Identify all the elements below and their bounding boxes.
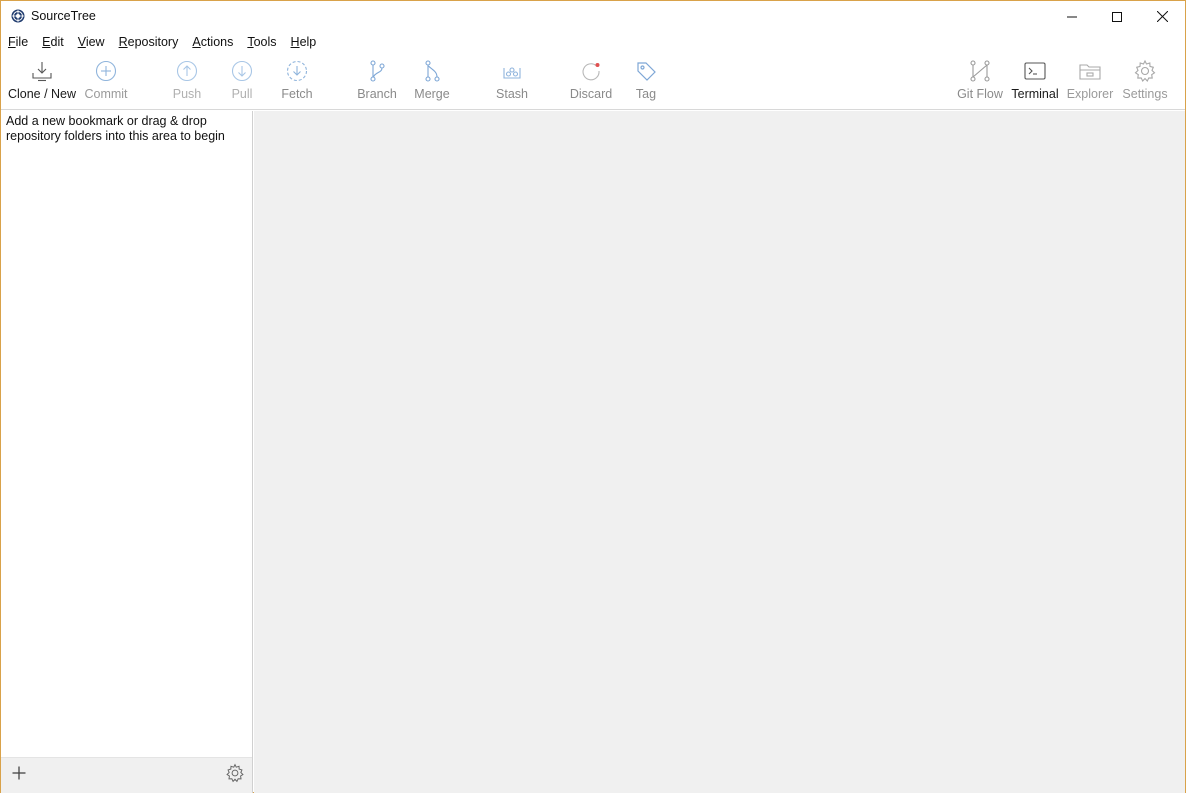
menu-view[interactable]: View	[71, 35, 112, 49]
minimize-icon	[1067, 12, 1077, 22]
arrow-up-circle-icon	[174, 58, 200, 84]
merge-button[interactable]: Merge	[411, 52, 453, 109]
commit-button[interactable]: Commit	[81, 52, 131, 109]
stash-box-icon	[499, 58, 525, 84]
menu-bar: File Edit View Repository Actions Tools …	[1, 32, 1185, 52]
stash-button[interactable]: Stash	[491, 52, 533, 109]
pull-button[interactable]: Pull	[223, 52, 261, 109]
plus-circle-icon	[93, 58, 119, 84]
menu-tools[interactable]: Tools	[240, 35, 283, 49]
tag-icon	[633, 58, 659, 84]
fetch-dashed-circle-icon	[284, 58, 310, 84]
discard-undo-icon	[578, 58, 604, 84]
download-monitor-icon	[29, 58, 55, 84]
window-title: SourceTree	[31, 9, 96, 23]
push-button[interactable]: Push	[167, 52, 207, 109]
bookmarks-sidebar[interactable]: Add a new bookmark or drag & drop reposi…	[1, 111, 253, 793]
branch-label: Branch	[357, 87, 397, 101]
close-button[interactable]	[1139, 1, 1185, 32]
discard-label: Discard	[569, 87, 613, 101]
menu-help[interactable]: Help	[284, 35, 324, 49]
maximize-button[interactable]	[1094, 1, 1140, 32]
discard-button[interactable]: Discard	[567, 52, 615, 109]
tag-label: Tag	[635, 87, 657, 101]
menu-actions[interactable]: Actions	[185, 35, 240, 49]
clone-new-button[interactable]: Clone / New	[7, 52, 77, 109]
toolbar: Clone / New Commit Push Pull Fetch Branc…	[1, 52, 1185, 110]
git-flow-label: Git Flow	[957, 87, 1003, 101]
terminal-icon	[1022, 58, 1048, 84]
git-flow-icon	[967, 58, 993, 84]
bookmarks-empty-hint: Add a new bookmark or drag & drop reposi…	[6, 114, 225, 143]
branch-button[interactable]: Branch	[355, 52, 399, 109]
pull-label: Pull	[231, 87, 253, 101]
explorer-button[interactable]: Explorer	[1065, 52, 1115, 109]
clone-new-label: Clone / New	[7, 87, 77, 101]
title-bar: SourceTree	[1, 1, 1185, 32]
app-window: SourceTree File Edit View Repository Act…	[0, 0, 1186, 793]
gear-icon	[1132, 58, 1158, 84]
maximize-icon	[1112, 11, 1122, 22]
arrow-down-circle-icon	[229, 58, 255, 84]
menu-file[interactable]: File	[1, 35, 35, 49]
terminal-label: Terminal	[1011, 87, 1059, 101]
tag-button[interactable]: Tag	[629, 52, 663, 109]
commit-label: Commit	[84, 87, 128, 101]
explorer-label: Explorer	[1066, 87, 1114, 101]
push-label: Push	[172, 87, 202, 101]
gear-icon	[225, 763, 245, 786]
branch-icon	[364, 58, 390, 84]
sidebar-footer	[1, 757, 252, 793]
add-bookmark-button[interactable]	[10, 765, 28, 783]
settings-label: Settings	[1122, 87, 1168, 101]
folder-icon	[1077, 58, 1103, 84]
settings-button[interactable]: Settings	[1119, 52, 1171, 109]
stash-label: Stash	[496, 87, 528, 101]
menu-edit[interactable]: Edit	[35, 35, 71, 49]
plus-icon	[12, 766, 26, 783]
menu-repository[interactable]: Repository	[112, 35, 186, 49]
git-flow-button[interactable]: Git Flow	[955, 52, 1005, 109]
fetch-label: Fetch	[281, 87, 313, 101]
sidebar-settings-button[interactable]	[225, 763, 245, 786]
close-icon	[1156, 11, 1168, 22]
terminal-button[interactable]: Terminal	[1009, 52, 1061, 109]
merge-label: Merge	[414, 87, 450, 101]
fetch-button[interactable]: Fetch	[277, 52, 317, 109]
merge-icon	[419, 58, 445, 84]
minimize-button[interactable]	[1049, 1, 1095, 32]
main-content-area	[254, 111, 1185, 793]
sourcetree-logo-icon	[11, 9, 25, 23]
